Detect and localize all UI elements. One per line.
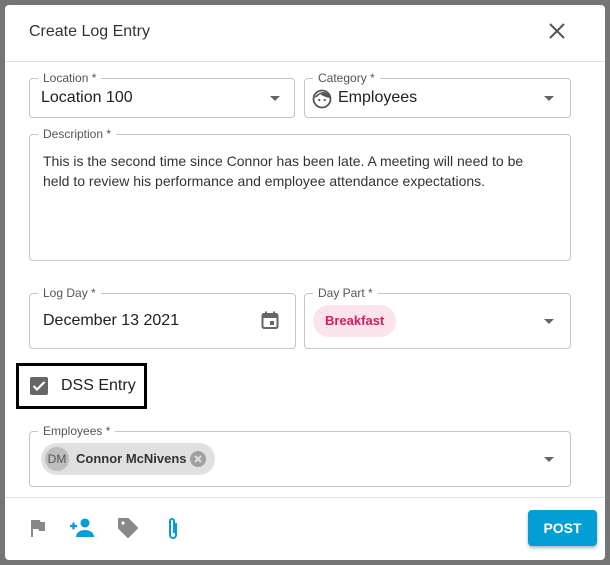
- add-person-icon[interactable]: [69, 517, 95, 539]
- location-label: Location *: [38, 71, 102, 85]
- category-select[interactable]: Category * Employees: [304, 71, 571, 118]
- chevron-down-icon: [544, 96, 554, 101]
- post-button[interactable]: POST: [528, 510, 597, 546]
- dss-entry-label[interactable]: DSS Entry: [61, 377, 136, 395]
- employee-chip-name: Connor McNivens: [76, 451, 187, 466]
- chevron-down-icon: [270, 96, 280, 101]
- employees-label: Employees *: [38, 424, 116, 438]
- log-day-label: Log Day *: [38, 286, 101, 300]
- paperclip-icon[interactable]: [166, 516, 180, 542]
- log-day-value: December 13 2021: [43, 312, 180, 329]
- location-value: Location 100: [41, 89, 133, 106]
- location-select[interactable]: Location * Location 100: [29, 71, 295, 118]
- create-log-entry-dialog: Create Log Entry Location * Location 100…: [5, 5, 605, 560]
- day-part-label: Day Part *: [313, 286, 378, 300]
- dss-entry-highlight: DSS Entry: [16, 363, 147, 409]
- flag-icon[interactable]: [27, 518, 47, 538]
- chevron-down-icon: [544, 319, 554, 324]
- description-label: Description *: [38, 127, 117, 141]
- chevron-down-icon: [544, 457, 554, 462]
- tag-icon[interactable]: [117, 517, 139, 539]
- calendar-icon[interactable]: [260, 310, 280, 330]
- face-icon: [312, 89, 332, 109]
- dialog-title: Create Log Entry: [29, 23, 150, 40]
- log-day-input[interactable]: Log Day * December 13 2021: [29, 286, 296, 349]
- footer-divider: [5, 497, 605, 498]
- description-textarea[interactable]: Description * This is the second time si…: [29, 127, 571, 261]
- category-value: Employees: [338, 89, 418, 106]
- remove-chip-icon[interactable]: [189, 450, 207, 468]
- employee-chip: DM Connor McNivens: [41, 443, 215, 475]
- category-label: Category *: [313, 71, 380, 85]
- day-part-select[interactable]: Day Part * Breakfast: [304, 286, 571, 349]
- avatar: DM: [45, 447, 69, 471]
- employees-select[interactable]: Employees * DM Connor McNivens: [29, 424, 571, 487]
- description-value: This is the second time since Connor has…: [43, 153, 524, 189]
- day-part-chip: Breakfast: [313, 305, 397, 337]
- header-divider: [5, 61, 605, 62]
- checkbox-checked-icon[interactable]: [29, 376, 49, 396]
- close-icon[interactable]: [547, 21, 567, 41]
